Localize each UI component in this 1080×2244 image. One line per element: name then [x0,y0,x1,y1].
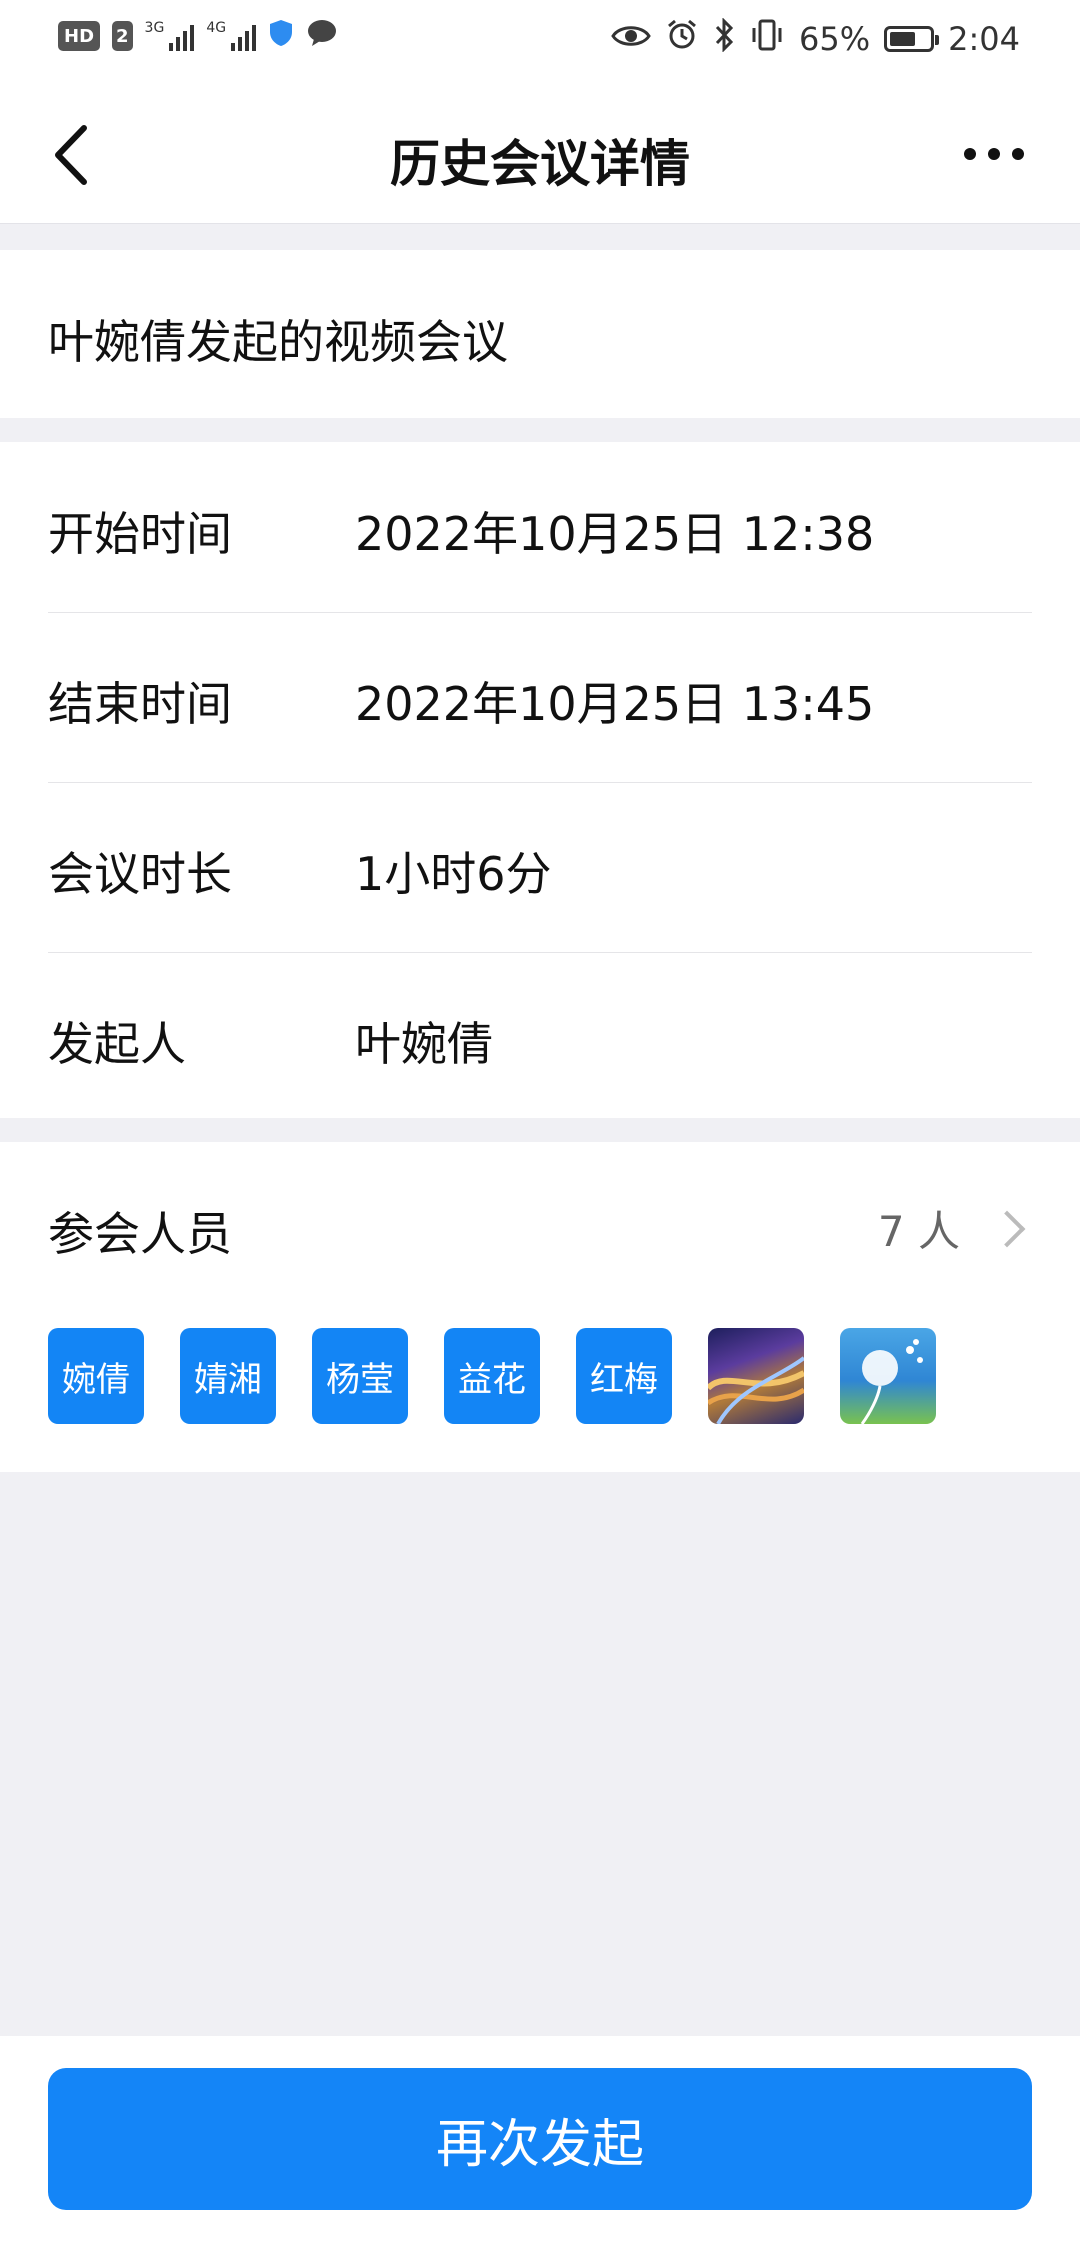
eye-icon [611,20,651,58]
participant-avatar[interactable]: 杨莹 [312,1328,408,1424]
info-value: 2022年10月25日 12:38 [355,507,875,561]
info-row-organizer: 发起人 叶婉倩 [48,952,1032,1122]
info-label: 会议时长 [48,847,232,901]
info-value: 1小时6分 [355,847,552,901]
status-bar: HD 2 3G 4G 65% 2:04 [0,0,1080,84]
navigation-bar: 历史会议详情 [0,84,1080,224]
info-label: 开始时间 [48,507,232,561]
info-label: 发起人 [48,1017,186,1071]
more-dot-icon [988,148,1000,160]
restart-meeting-button[interactable]: 再次发起 [48,2068,1032,2210]
sim-label: 2 [116,25,129,47]
dandelion-photo [860,1339,923,1424]
participant-avatar-photo-dandelion[interactable] [840,1328,936,1424]
hd-label: HD [64,25,95,47]
message-icon [306,18,338,54]
vibrate-icon [749,18,785,60]
avatar-name: 益花 [458,1359,526,1400]
status-left-icons: HD 2 3G 4G [58,18,338,54]
participant-avatar[interactable]: 益花 [444,1328,540,1424]
page-title: 历史会议详情 [390,135,690,193]
battery-icon [884,26,940,52]
participants-count: 7 人 [877,1207,960,1256]
info-label: 结束时间 [48,677,232,731]
signal-1-label: 3G [144,20,165,36]
meeting-info-card: 开始时间 2022年10月25日 12:38 结束时间 2022年10月25日 … [0,442,1080,1118]
status-right-icons: 65% 2:04 [611,17,1020,60]
info-row-duration: 会议时长 1小时6分 [48,782,1032,953]
participants-card: 参会人员 7 人 婉倩 婧湘 杨莹 益花 红梅 [0,1142,1080,1472]
info-value: 叶婉倩 [355,1017,493,1071]
more-options-button[interactable] [964,148,1024,160]
more-dot-icon [964,148,976,160]
battery-percent: 65% [799,20,871,58]
participant-avatar[interactable]: 婉倩 [48,1328,144,1424]
avatar-name: 婧湘 [194,1359,262,1400]
info-value: 2022年10月25日 13:45 [355,677,875,731]
avatar-name: 杨莹 [326,1359,394,1400]
clock-time: 2:04 [948,20,1020,58]
bottom-action-bar: 再次发起 [0,2036,1080,2244]
signal-2-label: 4G [206,20,227,36]
city-highway-photo [708,1356,804,1424]
more-dot-icon [1012,148,1024,160]
avatar-name: 婉倩 [62,1359,130,1400]
battery-fill [890,32,916,46]
participant-avatar[interactable]: 红梅 [576,1328,672,1424]
shield-icon [268,18,294,54]
chevron-right-icon [988,1210,1026,1247]
info-row-end-time: 结束时间 2022年10月25日 13:45 [48,612,1032,783]
meeting-title: 叶婉倩发起的视频会议 [48,315,508,369]
signal-icon-2: 4G [206,20,257,51]
info-row-start-time: 开始时间 2022年10月25日 12:38 [48,442,1032,613]
participants-title: 参会人员 [48,1207,232,1261]
bluetooth-icon [713,17,735,60]
meeting-title-card: 叶婉倩发起的视频会议 [0,250,1080,418]
participant-avatars: 婉倩 婧湘 杨莹 益花 红梅 [48,1328,936,1424]
alarm-icon [665,18,699,60]
participant-avatar-photo-city[interactable] [708,1328,804,1424]
signal-icon-1: 3G [145,21,195,51]
avatar-name: 红梅 [590,1359,658,1400]
participant-avatar[interactable]: 婧湘 [180,1328,276,1424]
sim-badge: 2 [112,21,133,51]
hd-badge: HD [58,21,101,51]
participants-count-link[interactable]: 7 人 [877,1198,1026,1259]
